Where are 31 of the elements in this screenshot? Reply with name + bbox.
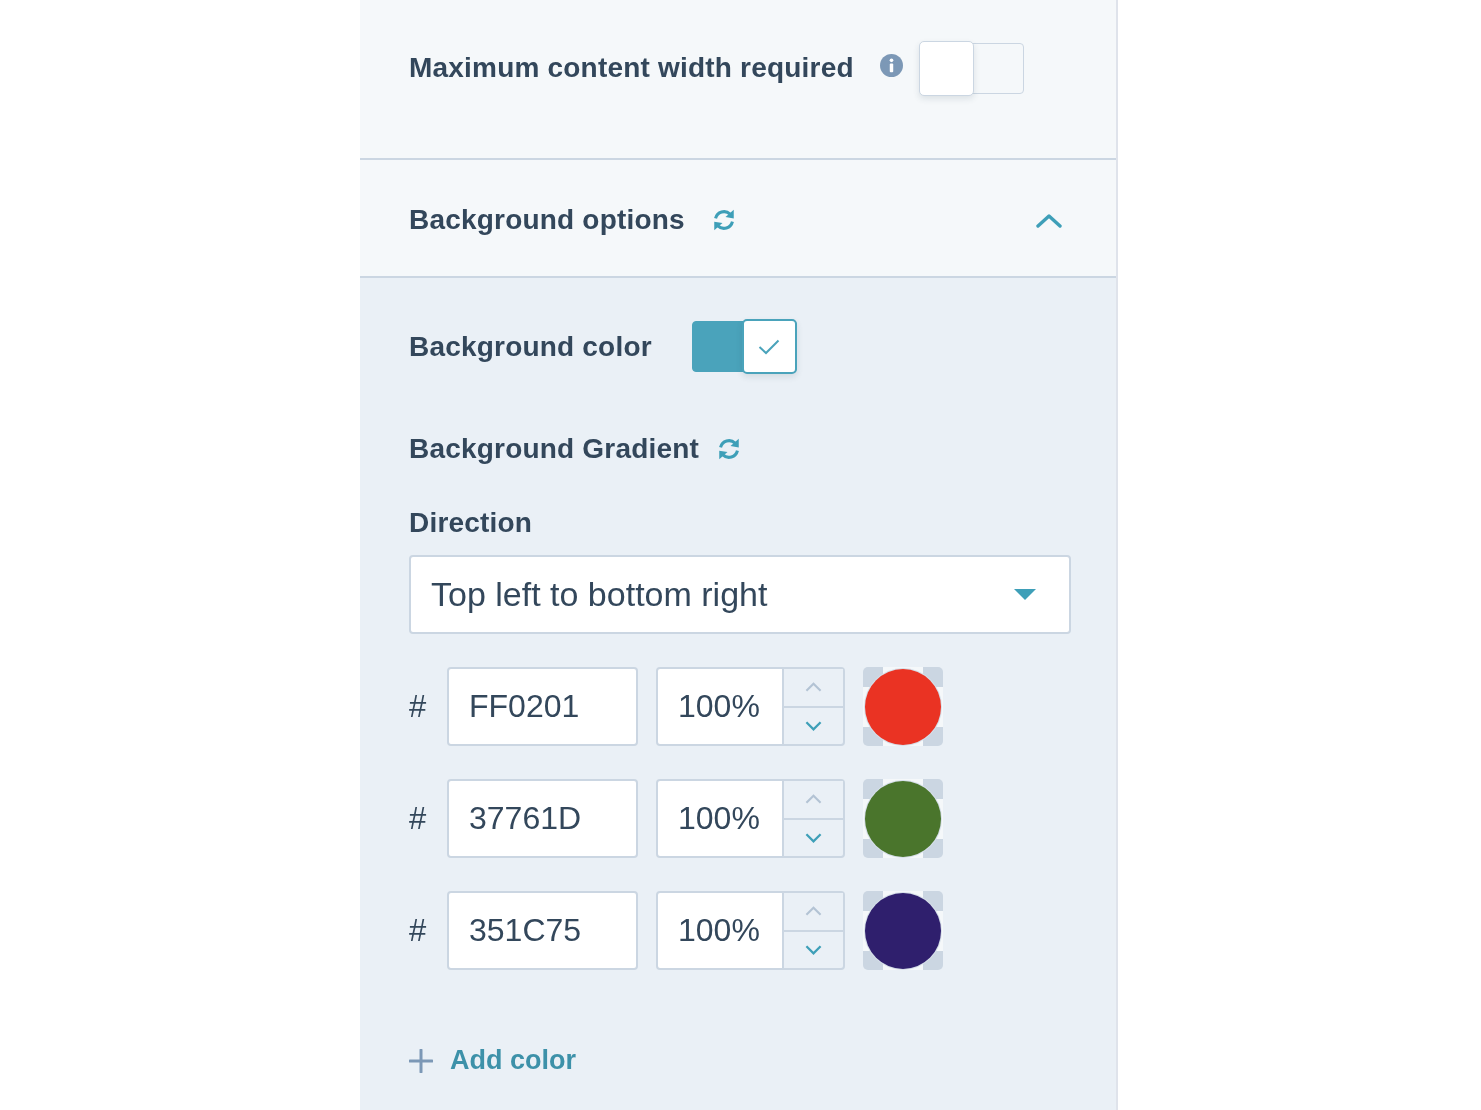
setting-label: Maximum content width required	[409, 52, 854, 84]
setting-label: Background Gradient	[409, 433, 700, 465]
setting-label: Background color	[409, 330, 652, 363]
chevron-down-icon	[805, 720, 822, 731]
color-swatch[interactable]	[865, 892, 941, 969]
hex-input[interactable]: 351C75	[447, 891, 638, 970]
section-title: Background options	[409, 204, 685, 236]
hash-symbol: #	[409, 800, 427, 837]
toggle-switch[interactable]	[691, 319, 797, 374]
opacity-input[interactable]: 100%	[656, 667, 784, 746]
chevron-down-icon	[805, 944, 822, 955]
opacity-input[interactable]: 100%	[656, 891, 784, 970]
plus-icon	[409, 1048, 433, 1073]
chevron-up-icon	[805, 906, 822, 917]
color-swatch[interactable]	[865, 668, 941, 745]
opacity-input[interactable]: 100%	[656, 779, 784, 858]
hex-input[interactable]: 37761D	[447, 779, 638, 858]
info-icon	[879, 53, 903, 77]
hash-symbol: #	[409, 912, 427, 949]
color-swatch[interactable]	[865, 780, 941, 857]
field-label: Direction	[409, 507, 533, 539]
chevron-up-icon	[805, 794, 822, 805]
check-icon	[758, 338, 781, 355]
direction-select[interactable]: Top left to bottom right	[409, 555, 1071, 634]
hex-input[interactable]: FF0201	[447, 667, 638, 746]
chevron-down-icon	[805, 832, 822, 843]
toggle-switch[interactable]	[918, 40, 1024, 96]
chevron-up-icon	[805, 682, 822, 693]
chevron-up-icon[interactable]	[1036, 212, 1062, 228]
caret-down-icon	[1013, 589, 1037, 600]
hash-symbol: #	[409, 688, 427, 725]
